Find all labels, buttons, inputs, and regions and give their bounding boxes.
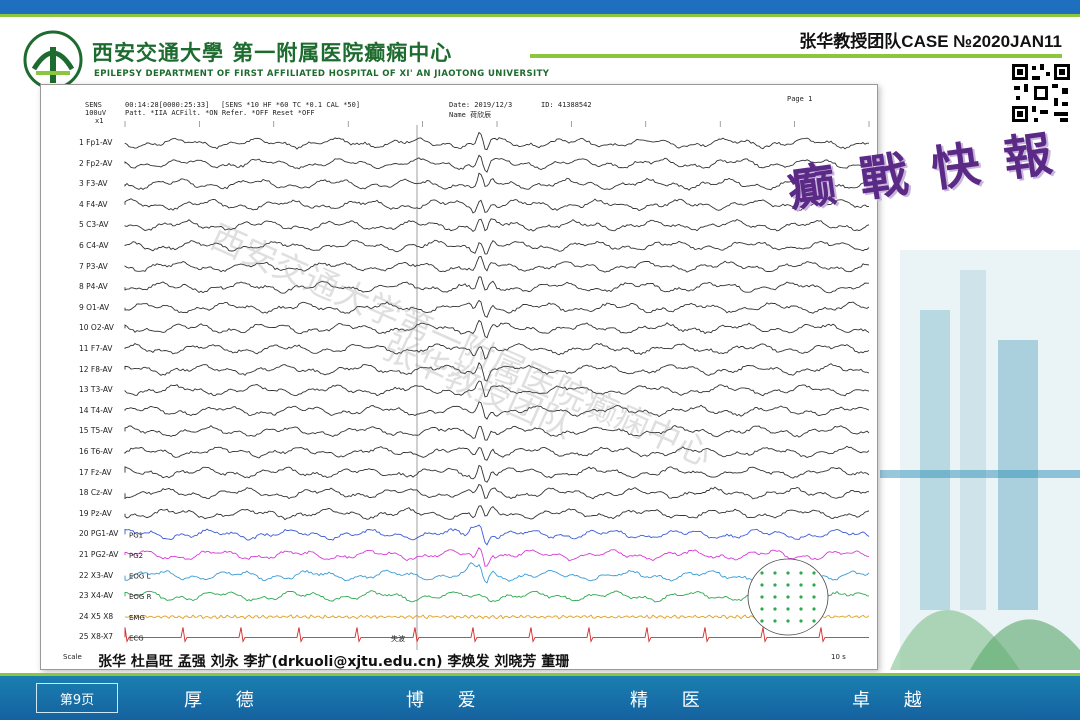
case-title: 张华教授团队CASE №2020JAN11: [799, 32, 1062, 51]
epilepsy-news-badge: 癫 戰 快 報: [784, 125, 1060, 219]
channel-label: 16 T6-AV: [79, 447, 113, 456]
motto-1: 厚 德: [184, 690, 268, 711]
channel-label: 6 C4-AV: [79, 241, 109, 250]
eeg-panel: SENS 100uV x1 00:14:28[0000:25:33] [SENS…: [40, 84, 878, 670]
eeg-trace: [124, 172, 870, 191]
eeg-trace: [124, 131, 869, 151]
eeg-trace: [124, 464, 870, 483]
channel-label: 20 PG1-AV: [79, 529, 119, 539]
aux-channel-label: EOG R: [129, 593, 152, 601]
motto-4: 卓 越: [852, 690, 936, 711]
electrode-map-icon: [747, 558, 829, 636]
eeg-trace: [124, 401, 870, 420]
eeg-trace: [124, 424, 870, 441]
eeg-trace: [124, 239, 870, 255]
eeg-trace: [124, 255, 870, 273]
eeg-trace: [124, 445, 870, 461]
channel-label: 1 Fp1-AV: [79, 138, 113, 147]
eeg-traces: PG1 PG2 EOG L EOG R EMG ECG 失波 Scale 10 s: [63, 121, 870, 661]
channel-label: 18 Cz-AV: [79, 488, 113, 498]
motto-2: 博 爱: [406, 690, 490, 711]
channel-label: 24 X5 X8: [79, 611, 114, 621]
channel-label: 13 T3-AV: [79, 385, 113, 395]
eeg-trace: [124, 299, 870, 318]
page-number: 第9页: [36, 683, 118, 713]
eeg-trace: [124, 524, 870, 546]
channel-label: 22 X3-AV: [79, 570, 114, 580]
channel-label: 12 F8-AV: [79, 364, 113, 374]
aux-channel-label: PG2: [129, 552, 143, 560]
channel-label: 15 T5-AV: [79, 426, 113, 436]
channel-label: 25 X8-X7: [79, 632, 114, 642]
channel-label: 8 P4-AV: [79, 282, 108, 292]
footer-bar: 第9页 厚 德 博 爱 精 医 卓 越: [0, 676, 1080, 720]
aux-channel-label: EMG: [129, 614, 145, 622]
university-name-cn: 西安交通大學 第一附属医院癫痫中心: [92, 40, 453, 65]
aux-channel-label: PG1: [129, 531, 143, 539]
channel-label: 14 T4-AV: [79, 405, 113, 415]
eeg-trace: [124, 198, 870, 214]
hospital-logo-icon: [23, 30, 83, 90]
university-name-en: EPILEPSY DEPARTMENT OF FIRST AFFILIATED …: [94, 69, 550, 79]
channel-label: 11 F7-AV: [79, 344, 113, 353]
eeg-trace: [124, 547, 870, 567]
author-list: 张华 杜昌旺 孟强 刘永 李扩(drkuoli@xjtu.edu.cn) 李焕发…: [98, 654, 570, 670]
aux-channel-label: EOG L: [129, 573, 151, 581]
eeg-trace: [124, 218, 870, 232]
eeg-trace: [124, 505, 870, 521]
time-end-label: 10 s: [831, 653, 846, 661]
eeg-trace: [124, 627, 869, 643]
badge-area: 癫 戰 快 報: [770, 100, 1070, 240]
eeg-trace: [124, 380, 870, 398]
header: 西安交通大學 第一附属医院癫痫中心 EPILEPSY DEPARTMENT OF…: [0, 17, 1080, 90]
channel-label: 21 PG2-AV: [79, 550, 119, 559]
channel-label: 10 O2-AV: [79, 323, 114, 333]
channel-label: 23 X4-AV: [79, 591, 114, 601]
motto-3: 精 医: [630, 690, 714, 711]
eeg-trace: [124, 342, 870, 360]
eeg-trace: [124, 276, 869, 294]
scale-label: Scale: [63, 653, 82, 661]
eeg-trace: [124, 361, 870, 382]
event-marker: 失波: [391, 634, 405, 643]
channel-label: 5 C3-AV: [79, 220, 109, 230]
top-blue-bar: [0, 0, 1080, 14]
eeg-trace: [124, 319, 870, 339]
channel-label: 17 Fz-AV: [79, 467, 112, 477]
channel-label: 4 F4-AV: [79, 199, 108, 209]
header-divider: [530, 54, 1062, 58]
channel-label: 9 O1-AV: [79, 302, 110, 312]
channel-label: 3 F3-AV: [79, 179, 108, 189]
channel-label: 7 P3-AV: [79, 261, 108, 271]
building-decoration: [880, 250, 1080, 670]
channel-label: 19 Pz-AV: [79, 508, 112, 518]
aux-channel-label: ECG: [129, 634, 144, 642]
eeg-trace: [124, 483, 869, 500]
channel-label: 2 Fp2-AV: [79, 158, 113, 168]
eeg-trace: [124, 154, 870, 173]
